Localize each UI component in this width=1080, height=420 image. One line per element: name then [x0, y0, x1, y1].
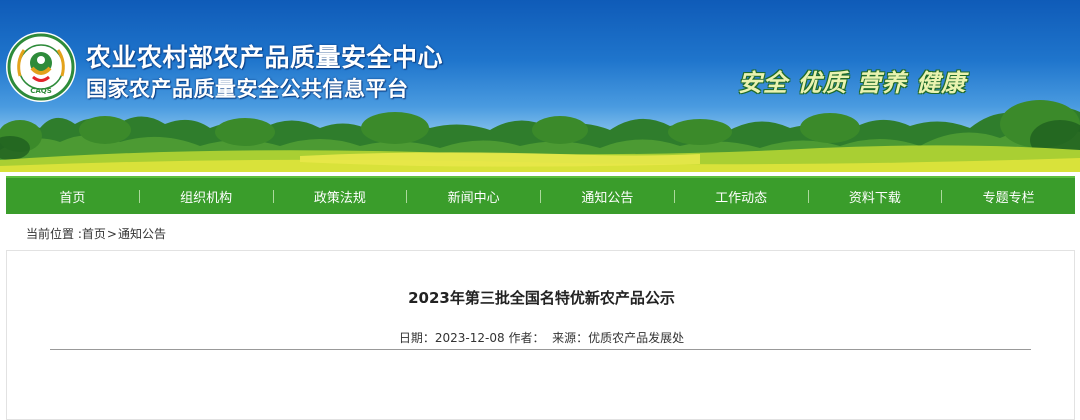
header-banner: CAQS 农业农村部农产品质量安全中心 国家农产品质量安全公共信息平台 安全 优…: [0, 0, 1080, 172]
breadcrumb-current-link[interactable]: 通知公告: [118, 225, 166, 242]
org-subtitle: 国家农产品质量安全公共信息平台: [86, 77, 409, 101]
nav-item-notices[interactable]: 通知公告: [541, 187, 674, 206]
article-container: 2023年第三批全国名特优新农产品公示 日期：2023-12-08 作者： 来源…: [6, 250, 1075, 420]
nav-item-downloads[interactable]: 资料下载: [809, 187, 942, 206]
caqs-logo-icon: CAQS: [6, 32, 76, 102]
nav-item-work-updates[interactable]: 工作动态: [675, 187, 808, 206]
article-source: 优质农产品发展处: [588, 331, 685, 345]
article-date: 2023-12-08: [434, 331, 505, 345]
org-title: 农业农村部农产品质量安全中心: [86, 43, 444, 72]
nav-item-policy[interactable]: 政策法规: [274, 187, 407, 206]
svg-text:CAQS: CAQS: [30, 87, 52, 95]
breadcrumb-prefix: 当前位置 :: [26, 227, 82, 241]
nav-item-home[interactable]: 首页: [6, 187, 139, 206]
author-label: 作者：: [504, 331, 545, 345]
nav-item-organization[interactable]: 组织机构: [140, 187, 273, 206]
date-label: 日期：: [398, 331, 435, 345]
title-divider: [50, 349, 1031, 350]
nav-item-news[interactable]: 新闻中心: [407, 187, 540, 206]
main-nav: 首页 组织机构 政策法规 新闻中心 通知公告 工作动态 资料下载 专题专栏: [6, 176, 1075, 214]
article-title: 2023年第三批全国名特优新农产品公示: [408, 289, 675, 307]
breadcrumb: 当前位置 : 首页 > 通知公告: [26, 225, 166, 242]
slogan: 安全 优质 营养 健康: [738, 68, 967, 97]
breadcrumb-separator: >: [106, 226, 117, 241]
breadcrumb-home-link[interactable]: 首页: [82, 225, 106, 242]
source-label: 来源：: [544, 331, 589, 345]
article-meta: 日期：2023-12-08 作者： 来源：优质农产品发展处: [7, 329, 1076, 346]
nav-item-special-topics[interactable]: 专题专栏: [942, 187, 1075, 206]
